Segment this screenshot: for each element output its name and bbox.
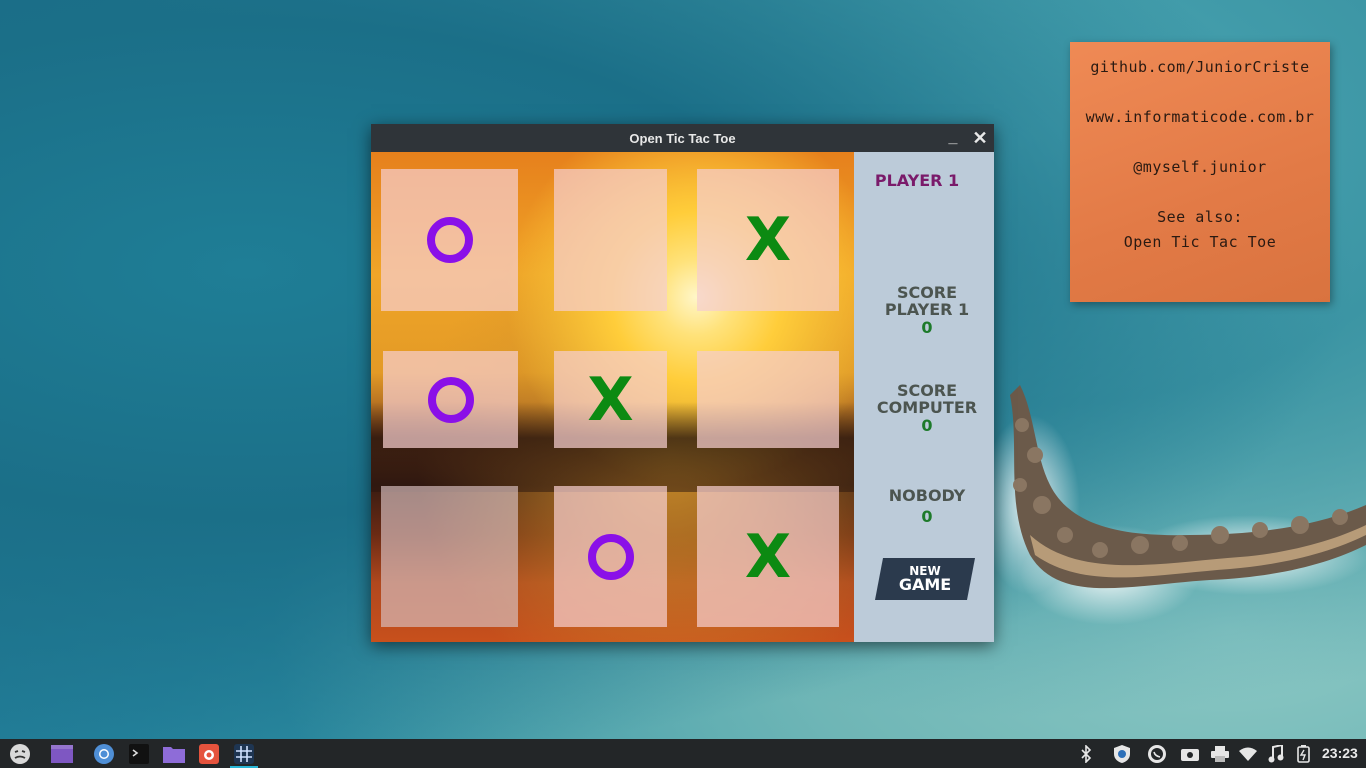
nobody-label: NOBODY [888,486,966,505]
game-window: Open Tic Tac Toe _ ✕ X X X PLAYER 1 SCOR… [371,124,994,642]
board-cell-7[interactable] [381,486,518,627]
terminal-icon [129,743,149,764]
new-game-label-line2: GAME [898,575,952,594]
score-player-label-line2: PLAYER 1 [884,300,970,319]
board-cell-2[interactable] [554,169,667,311]
board-cell-8[interactable] [554,486,667,627]
whatsapp-icon [1148,745,1166,763]
window-title: Open Tic Tac Toe [629,130,736,146]
printer-icon [1211,746,1229,762]
battery-icon [1297,745,1310,763]
cell-9-x-mark: X [744,521,792,592]
note-line-app-name: Open Tic Tac Toe [1123,233,1277,251]
sticky-note: github.com/JuniorCriste www.informaticod… [1070,42,1330,302]
cell-4-o-mark [427,376,474,423]
board-cell-5[interactable]: X [554,351,667,448]
close-icon: ✕ [972,127,988,148]
window-titlebar[interactable]: Open Tic Tac Toe _ ✕ [371,124,994,152]
camera-icon [1181,749,1199,761]
note-line-handle: @myself.junior [1133,158,1267,176]
board-cell-9[interactable]: X [697,486,839,627]
taskbar: 23:23 [0,739,1366,768]
shield-update-icon [1114,745,1130,763]
browser-button[interactable] [90,741,118,766]
file-manager-icon [163,746,185,763]
score-computer-label-line1: SCORE [896,381,958,400]
note-line-github: github.com/JuniorCriste [1090,58,1310,76]
minimize-icon: _ [948,129,958,146]
music-tray[interactable] [1266,744,1286,764]
score-computer-label-line2: COMPUTER [876,398,978,417]
tictactoe-app-icon [234,743,254,764]
camera-tray[interactable] [1180,744,1200,764]
whatsapp-tray[interactable] [1147,744,1167,764]
note-line-see-also: See also: [1157,208,1243,226]
window-content: X X X PLAYER 1 SCORE PLAYER 1 0 SCORE CO… [371,152,994,642]
app-menu-button[interactable] [6,741,34,766]
wifi-icon [1239,747,1257,761]
board-cell-4[interactable] [383,351,518,448]
printer-tray[interactable] [1210,744,1230,764]
app-menu-icon [10,743,30,764]
taskbar-clock[interactable]: 23:23 [1322,745,1358,761]
current-turn-label: PLAYER 1 [874,171,960,190]
new-game-button[interactable]: NEW GAME [875,558,975,600]
music-icon [1268,745,1284,763]
board-cell-3[interactable]: X [697,169,839,311]
security-tray[interactable] [1112,744,1132,764]
board-cell-1[interactable] [381,169,518,311]
score-player-label: SCORE PLAYER 1 [854,284,1000,318]
wifi-tray[interactable] [1238,744,1258,764]
close-button[interactable]: ✕ [970,128,990,148]
minimize-button[interactable]: _ [943,128,963,148]
cell-8-o-mark [587,533,634,580]
bluetooth-tray[interactable] [1076,744,1096,764]
chromium-icon [94,743,114,764]
screenshot-tool-icon [199,743,219,764]
board-cell-6[interactable] [697,351,839,448]
cell-3-x-mark: X [744,205,792,275]
score-panel: PLAYER 1 SCORE PLAYER 1 0 SCORE COMPUTER… [854,152,994,642]
score-computer-label: SCORE COMPUTER [854,382,1000,416]
score-player-value: 0 [921,318,933,337]
terminal-button[interactable] [125,741,153,766]
score-player-label-line1: SCORE [896,283,958,302]
workspace-icon [51,744,73,763]
battery-tray[interactable] [1294,744,1314,764]
screenshot-tool-button[interactable] [195,741,223,766]
cell-5-x-mark: X [587,364,634,435]
nobody-value: 0 [921,507,933,526]
note-line-website: www.informaticode.com.br [1085,108,1315,126]
desktop-wallpaper-jetty [990,385,1366,625]
bluetooth-icon [1081,745,1092,763]
tictactoe-task-button[interactable] [230,741,258,768]
workspace-button[interactable] [48,741,76,766]
file-manager-button[interactable] [160,741,188,766]
score-computer-value: 0 [921,416,933,435]
cell-1-o-mark [426,217,473,263]
game-board: X X X [371,152,854,642]
